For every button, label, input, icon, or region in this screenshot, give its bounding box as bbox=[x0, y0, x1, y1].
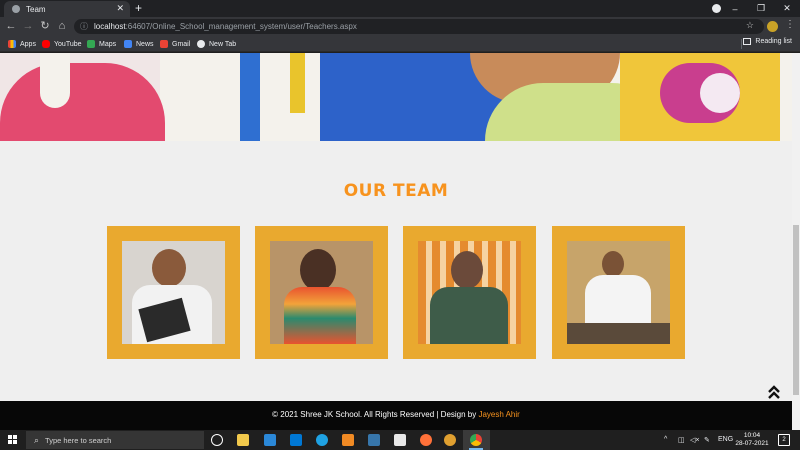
screen: Team ✕ + – ❐ ✕ ← → ↻ ⌂ ⓘ localhost :6460… bbox=[0, 0, 800, 450]
vlc-icon[interactable] bbox=[342, 434, 354, 446]
bookmark-label: Apps bbox=[20, 40, 36, 48]
youtube-icon bbox=[42, 40, 50, 48]
language-indicator[interactable]: ENG bbox=[718, 436, 733, 443]
edge-icon[interactable] bbox=[316, 434, 328, 446]
menu-icon[interactable]: ⋮ bbox=[785, 19, 795, 30]
info-icon[interactable]: ⓘ bbox=[80, 21, 88, 32]
close-icon[interactable]: ✕ bbox=[116, 3, 124, 14]
minimize-button[interactable]: – bbox=[722, 4, 748, 14]
bookmark-label: Maps bbox=[99, 40, 117, 48]
browser-toolbar: ← → ↻ ⌂ ⓘ localhost :64607/Online_School… bbox=[0, 17, 800, 36]
chevron-up-icon[interactable]: ^ bbox=[664, 436, 667, 443]
bookmark-new-tab[interactable]: New Tab bbox=[197, 38, 236, 50]
windows-start-icon[interactable] bbox=[8, 435, 18, 445]
maps-icon bbox=[87, 40, 95, 48]
home-icon[interactable]: ⌂ bbox=[55, 19, 69, 33]
bookmark-apps[interactable]: Apps bbox=[8, 38, 36, 50]
scrollbar-thumb[interactable] bbox=[793, 225, 799, 395]
url-path: :64607/Online_School_management_system/u… bbox=[125, 22, 357, 31]
chrome-taskbar-button[interactable] bbox=[463, 430, 490, 450]
bookmark-label: New Tab bbox=[209, 40, 237, 48]
bookmark-label: Gmail bbox=[172, 40, 191, 48]
file-explorer-icon[interactable] bbox=[237, 434, 249, 446]
bookmark-label: News bbox=[136, 40, 154, 48]
bookmark-news[interactable]: News bbox=[124, 38, 154, 50]
close-window-button[interactable]: ✕ bbox=[774, 3, 800, 14]
plus-icon[interactable]: + bbox=[135, 1, 142, 15]
windows-taskbar: ⌕ Type here to search ^ ◫ ◁× ✎ ENG 10:04… bbox=[0, 430, 800, 450]
taskbar-search-input[interactable]: ⌕ Type here to search bbox=[26, 431, 204, 449]
team-card[interactable] bbox=[255, 226, 388, 359]
bookmarks-bar: Apps YouTube Maps News Gmail New Tab Rea… bbox=[0, 36, 800, 52]
hero-banner-image bbox=[0, 53, 792, 141]
web-page: OUR TEAM © 2021 Shree JK School. All Rig… bbox=[0, 53, 792, 430]
bookmark-maps[interactable]: Maps bbox=[87, 38, 116, 50]
back-arrow-icon[interactable]: ← bbox=[4, 19, 18, 33]
news-icon bbox=[124, 40, 132, 48]
restore-button[interactable]: ❐ bbox=[748, 3, 774, 14]
notification-icon[interactable]: 2 bbox=[778, 434, 790, 446]
profile-avatar[interactable] bbox=[767, 21, 778, 32]
url-host: localhost bbox=[94, 22, 126, 31]
author-link[interactable]: Jayesh Ahir bbox=[478, 410, 519, 419]
pen-icon[interactable]: ✎ bbox=[704, 436, 710, 444]
clock-time: 10:04 bbox=[743, 432, 761, 439]
app-icon[interactable] bbox=[444, 434, 456, 446]
teacher-photo-3 bbox=[418, 241, 521, 344]
teacher-photo-4 bbox=[567, 241, 670, 344]
apps-grid-icon bbox=[8, 40, 16, 48]
reading-list-icon bbox=[743, 38, 752, 45]
reload-icon[interactable]: ↻ bbox=[38, 19, 52, 33]
tab-title: Team bbox=[26, 4, 46, 14]
team-card[interactable] bbox=[403, 226, 536, 359]
reading-list-button[interactable]: Reading list bbox=[743, 38, 792, 45]
team-card[interactable] bbox=[107, 226, 240, 359]
address-bar[interactable]: ⓘ localhost :64607/Online_School_managem… bbox=[74, 19, 764, 34]
team-card[interactable] bbox=[552, 226, 685, 359]
tab-team[interactable]: Team ✕ bbox=[4, 1, 130, 17]
chrome-icon bbox=[470, 434, 482, 446]
teacher-photo-1 bbox=[122, 241, 225, 344]
visual-studio-icon[interactable] bbox=[264, 434, 276, 446]
browser-tabstrip: Team ✕ + – ❐ ✕ bbox=[0, 0, 800, 17]
system-clock[interactable]: 10:04 28-07-2021 bbox=[735, 432, 769, 448]
clock-date: 28-07-2021 bbox=[735, 440, 769, 447]
mail-icon[interactable] bbox=[290, 434, 302, 446]
teacher-photo-2 bbox=[270, 241, 373, 344]
reading-list-label: Reading list bbox=[755, 38, 792, 45]
bookmark-youtube[interactable]: YouTube bbox=[42, 38, 82, 50]
star-icon[interactable]: ☆ bbox=[746, 20, 754, 31]
page-scrollbar[interactable] bbox=[792, 53, 800, 430]
window-controls: – ❐ ✕ bbox=[722, 0, 800, 17]
copyright-text: © 2021 Shree JK School. All Rights Reser… bbox=[272, 410, 479, 419]
python-icon[interactable] bbox=[368, 434, 380, 446]
globe-icon bbox=[12, 5, 20, 13]
search-icon: ⌕ bbox=[34, 434, 40, 445]
search-placeholder: Type here to search bbox=[45, 435, 112, 445]
gmail-icon bbox=[160, 40, 168, 48]
tab-search-icon[interactable] bbox=[712, 4, 721, 13]
double-chevron-up-icon[interactable] bbox=[767, 385, 781, 399]
bookmark-gmail[interactable]: Gmail bbox=[160, 38, 190, 50]
network-icon[interactable]: ◫ bbox=[678, 436, 685, 444]
volume-icon[interactable]: ◁× bbox=[690, 436, 699, 444]
forward-arrow-icon[interactable]: → bbox=[21, 19, 35, 33]
bookmark-label: YouTube bbox=[54, 40, 82, 48]
page-footer: © 2021 Shree JK School. All Rights Reser… bbox=[0, 401, 792, 430]
footer-text: © 2021 Shree JK School. All Rights Reser… bbox=[0, 410, 792, 419]
firefox-icon[interactable] bbox=[420, 434, 432, 446]
globe-icon bbox=[197, 40, 205, 48]
store-icon[interactable] bbox=[394, 434, 406, 446]
cortana-icon[interactable] bbox=[211, 434, 223, 446]
section-title: OUR TEAM bbox=[343, 181, 449, 201]
divider bbox=[741, 39, 742, 49]
